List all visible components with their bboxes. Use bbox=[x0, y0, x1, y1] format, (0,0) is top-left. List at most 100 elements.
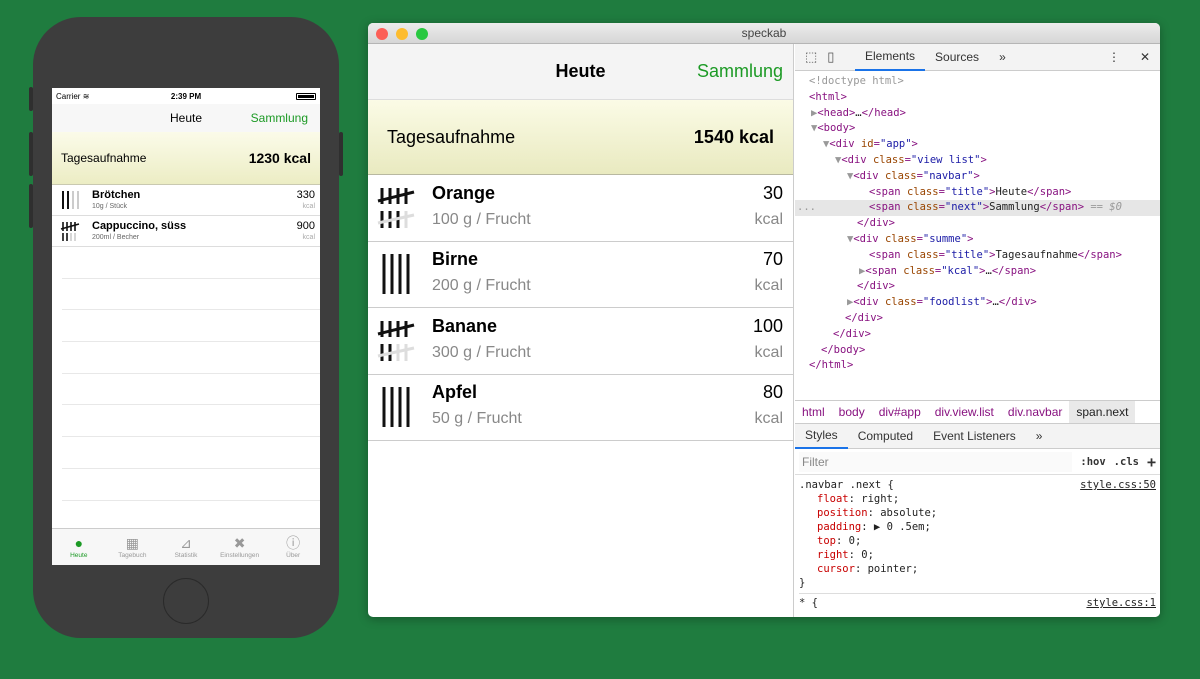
breadcrumb-item[interactable]: div.view.list bbox=[928, 401, 1001, 423]
app-summe-title: Tagesaufnahme bbox=[387, 126, 516, 147]
food-row-banane[interactable]: Banane 300 g / Frucht 100 kcal bbox=[368, 308, 793, 375]
tab-styles[interactable]: Styles bbox=[795, 424, 848, 449]
css-property[interactable]: padding: ▶ 0 .5em; bbox=[799, 520, 1156, 534]
dom-node[interactable]: ▼<div class="navbar"> bbox=[795, 169, 1160, 185]
close-icon[interactable]: ✕ bbox=[1130, 44, 1160, 71]
kebab-menu-icon[interactable]: ⋮ bbox=[1098, 44, 1130, 71]
dom-node[interactable]: </html> bbox=[795, 358, 1160, 374]
food-kcal-unit: kcal bbox=[302, 203, 315, 210]
tab-event-listeners[interactable]: Event Listeners bbox=[923, 424, 1026, 449]
css-property[interactable]: top: 0; bbox=[799, 534, 1156, 548]
zoom-window-button[interactable] bbox=[416, 28, 428, 40]
dom-node[interactable]: ▶<div class="foodlist">…</div> bbox=[795, 295, 1160, 311]
breadcrumb-item[interactable]: body bbox=[832, 401, 872, 423]
dom-node[interactable]: ▼<div class="summe"> bbox=[795, 232, 1160, 248]
css-property[interactable]: float: right; bbox=[799, 492, 1156, 506]
tab-tagebuch[interactable]: ▦ Tagebuch bbox=[106, 529, 160, 565]
css-property[interactable]: right: 0; bbox=[799, 548, 1156, 562]
tag-name: div bbox=[859, 232, 879, 245]
dom-node[interactable]: <span class="title">Tagesaufnahme</span> bbox=[795, 248, 1160, 264]
css-property[interactable]: position: absolute; bbox=[799, 506, 1156, 520]
attr-value: "title" bbox=[944, 185, 990, 198]
dom-node[interactable]: </div> bbox=[795, 327, 1160, 343]
dom-node[interactable]: </div> bbox=[795, 311, 1160, 327]
filter-input[interactable]: Filter bbox=[799, 451, 1073, 472]
tab-bar: ● Heute ▦ Tagebuch ⊿ Statistik ✖ Einstel… bbox=[52, 528, 320, 565]
food-name: Birne bbox=[432, 249, 479, 270]
food-row-birne[interactable]: Birne 200 g / Frucht 70 kcal bbox=[368, 242, 793, 308]
status-bar: Carrier ≋ 2:39 PM bbox=[52, 88, 320, 104]
dom-node[interactable]: ▶<head>…</head> bbox=[795, 106, 1160, 122]
attr-name: id bbox=[860, 138, 874, 151]
dom-node[interactable]: </div> bbox=[795, 279, 1160, 295]
tab-ueber[interactable]: ⓘ Über bbox=[266, 529, 320, 565]
more-panes-button[interactable]: » bbox=[1026, 424, 1053, 449]
hov-toggle[interactable]: :hov bbox=[1080, 456, 1105, 468]
tab-statistik[interactable]: ⊿ Statistik bbox=[159, 529, 213, 565]
device-toolbar-icon[interactable]: ▯ bbox=[827, 49, 834, 65]
inspect-element-icon[interactable]: ⬚ bbox=[805, 49, 817, 65]
attr-name: class bbox=[884, 232, 917, 245]
breadcrumb-item-current[interactable]: span.next bbox=[1069, 401, 1136, 423]
food-desc: 300 g / Frucht bbox=[432, 343, 531, 361]
phone-sammlung-link[interactable]: Sammlung bbox=[251, 111, 308, 125]
attr-value: "app" bbox=[879, 138, 912, 151]
tally-icon bbox=[62, 191, 79, 209]
phone-summe-kcal: 1230 kcal bbox=[248, 150, 311, 166]
food-kcal-unit: kcal bbox=[754, 210, 783, 228]
volume-up-button bbox=[29, 132, 33, 176]
css-property[interactable]: cursor: pointer; bbox=[799, 562, 1156, 576]
food-row-orange[interactable]: Orange 100 g / Frucht 30 kcal bbox=[368, 175, 793, 242]
more-tabs-button[interactable]: » bbox=[989, 44, 1016, 71]
rule-source-link[interactable]: style.css:50 bbox=[1080, 478, 1156, 492]
food-row-apfel[interactable]: Apfel 50 g / Frucht 80 kcal bbox=[368, 375, 793, 441]
tab-heute[interactable]: ● Heute bbox=[52, 529, 106, 565]
node-actions-icon[interactable]: ... bbox=[797, 200, 816, 216]
tab-elements[interactable]: Elements bbox=[855, 44, 926, 71]
tab-label: Einstellungen bbox=[220, 552, 260, 559]
app-summe-kcal: 1540 kcal bbox=[693, 126, 774, 147]
app-sammlung-link[interactable]: Sammlung bbox=[697, 61, 783, 82]
close-window-button[interactable] bbox=[376, 28, 388, 40]
ellipsis: … bbox=[855, 106, 862, 119]
tag-name: html bbox=[821, 359, 847, 372]
food-kcal-unit: kcal bbox=[754, 277, 783, 295]
breadcrumb-item[interactable]: div#app bbox=[872, 401, 928, 423]
tab-sources[interactable]: Sources bbox=[925, 44, 989, 71]
dom-node[interactable]: </div> bbox=[795, 216, 1160, 232]
minimize-window-button[interactable] bbox=[396, 28, 408, 40]
tag-name: span bbox=[871, 264, 897, 277]
dom-node[interactable]: <html> bbox=[795, 90, 1160, 106]
breadcrumb-item[interactable]: html bbox=[795, 401, 832, 423]
phone-food-row[interactable]: Cappuccino, süss 200ml / Becher 900 kcal bbox=[52, 216, 320, 247]
dom-node[interactable]: ▼<div class="view list"> bbox=[795, 153, 1160, 169]
add-rule-button[interactable]: + bbox=[1147, 453, 1156, 471]
food-desc: 200ml / Becher bbox=[92, 234, 140, 241]
phone-food-row[interactable]: Brötchen 10g / Stück 330 kcal bbox=[52, 185, 320, 216]
food-desc: 200 g / Frucht bbox=[432, 277, 531, 295]
breadcrumb-item[interactable]: div.navbar bbox=[1001, 401, 1069, 423]
tab-einstellungen[interactable]: ✖ Einstellungen bbox=[213, 529, 267, 565]
tag-name: div bbox=[847, 153, 867, 166]
dom-node[interactable]: ▶<span class="kcal">…</span> bbox=[795, 264, 1160, 280]
food-kcal-unit: kcal bbox=[754, 410, 783, 428]
window-titlebar: speckab bbox=[368, 23, 1160, 44]
empty-row bbox=[62, 310, 320, 343]
dom-node-selected[interactable]: ... <span class="next">Sammlung</span> ==… bbox=[795, 200, 1160, 217]
rule-source-link[interactable]: style.css:1 bbox=[1086, 596, 1156, 610]
dom-node[interactable]: <!doctype html> bbox=[795, 74, 1160, 90]
styles-tabbar: Styles Computed Event Listeners » bbox=[795, 424, 1160, 449]
dom-node[interactable]: </body> bbox=[795, 343, 1160, 359]
window-title: speckab bbox=[741, 26, 787, 40]
phone-summe-title: Tagesaufnahme bbox=[61, 151, 147, 165]
cls-toggle[interactable]: .cls bbox=[1114, 456, 1139, 468]
empty-row bbox=[62, 469, 320, 501]
phone-daily-total: Tagesaufnahme 1230 kcal bbox=[52, 132, 320, 185]
attr-name: class bbox=[906, 185, 939, 198]
dom-node[interactable]: <span class="title">Heute</span> bbox=[795, 185, 1160, 201]
tab-computed[interactable]: Computed bbox=[848, 424, 923, 449]
dom-node[interactable]: ▼<body> bbox=[795, 121, 1160, 137]
food-name: Banane bbox=[432, 315, 498, 336]
empty-row bbox=[62, 374, 320, 406]
dom-node[interactable]: ▼<div id="app"> bbox=[795, 137, 1160, 153]
